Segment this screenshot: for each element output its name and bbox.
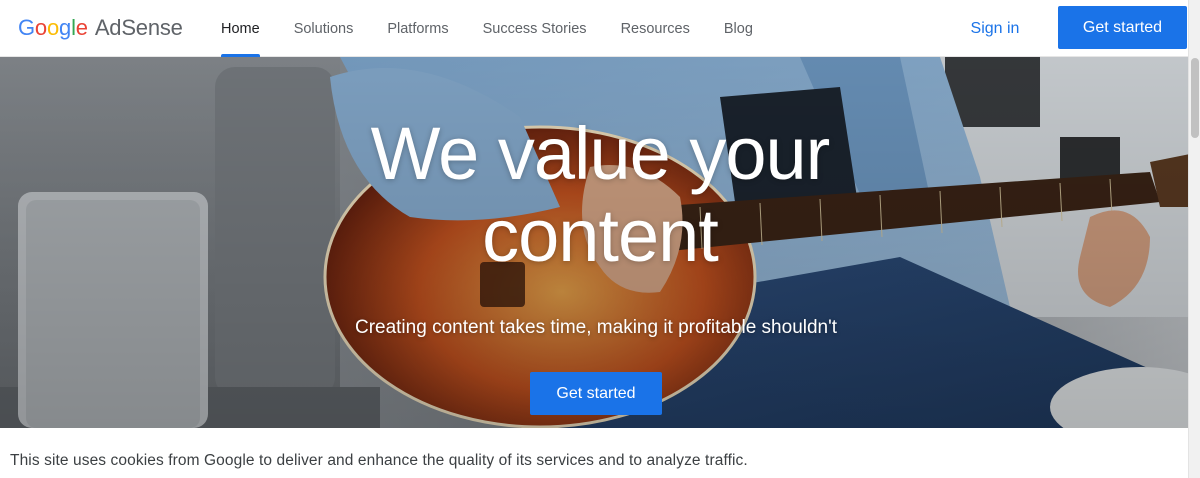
scrollbar-thumb[interactable]: [1191, 58, 1199, 138]
logo-letter: o: [34, 15, 47, 40]
page-scrollbar[interactable]: [1188, 0, 1200, 478]
hero-banner: We value your content Creating content t…: [0, 57, 1200, 428]
nav-item-resources[interactable]: Resources: [604, 0, 707, 57]
header-get-started-button[interactable]: Get started: [1058, 6, 1187, 49]
nav-item-solutions[interactable]: Solutions: [277, 0, 371, 57]
nav-item-home[interactable]: Home: [204, 0, 277, 57]
logo-google-wordmark: Google: [18, 15, 88, 41]
hero-title-line-1: We value your: [370, 112, 831, 195]
nav-item-platforms[interactable]: Platforms: [370, 0, 465, 57]
nav-item-success-stories[interactable]: Success Stories: [466, 0, 604, 57]
logo-product-name: AdSense: [94, 15, 183, 40]
hero-get-started-button[interactable]: Get started: [530, 372, 662, 415]
hero-subtitle: Creating content takes time, making it p…: [354, 317, 838, 338]
top-navigation-bar: Google AdSense Home Solutions Platforms …: [0, 0, 1200, 57]
main-nav: Home Solutions Platforms Success Stories…: [204, 0, 770, 57]
google-adsense-logo[interactable]: Google AdSense: [18, 14, 183, 42]
hero-title-line-2: content: [482, 194, 719, 277]
cookie-notice-text: This site uses cookies from Google to de…: [10, 452, 748, 469]
logo-letter: g: [59, 15, 72, 40]
logo-letter: G: [18, 15, 35, 40]
logo-letter: e: [75, 15, 88, 40]
sign-in-link[interactable]: Sign in: [958, 0, 1032, 57]
nav-item-blog[interactable]: Blog: [707, 0, 770, 57]
logo-letter: o: [46, 15, 60, 40]
hero-title: We value your content: [300, 113, 900, 277]
